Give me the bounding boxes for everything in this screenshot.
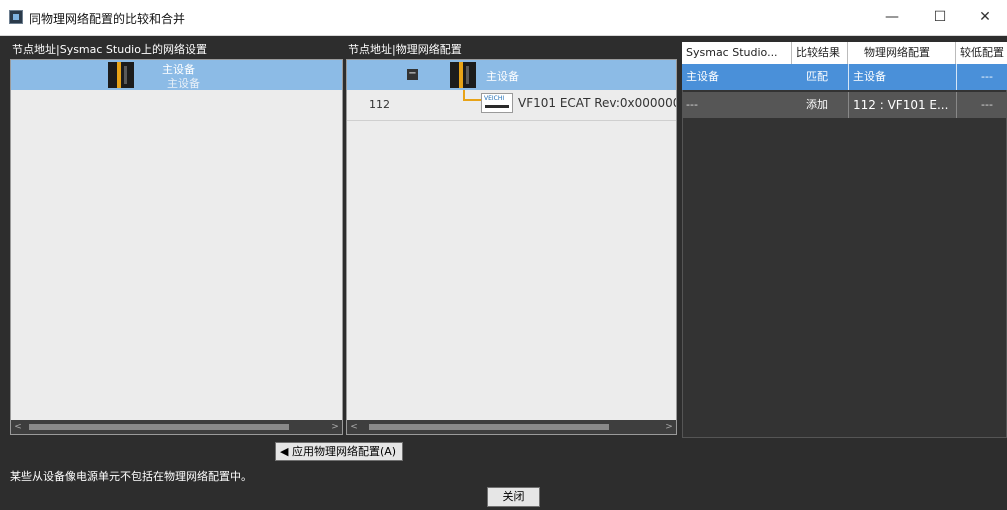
device-model: 主设备 <box>167 77 200 90</box>
physical-row-master[interactable]: − 主设备 <box>347 60 676 90</box>
col-sysmac-studio[interactable]: Sysmac Studio... <box>682 42 792 64</box>
grid-cell-result: 匹配 <box>806 70 828 83</box>
col-physical-config[interactable]: 物理网络配置 <box>848 42 956 64</box>
window-titlebar: 同物理网络配置的比较和合并 — ☐ ✕ <box>0 0 1007 36</box>
scroll-left-icon[interactable]: < <box>11 420 25 434</box>
mid-horizontal-scrollbar[interactable]: < > <box>347 420 676 434</box>
grid-row[interactable]: --- 添加 112 : VF101 E... --- <box>682 92 1007 118</box>
connector-line-icon <box>463 99 481 101</box>
scroll-thumb[interactable] <box>29 424 289 430</box>
tree-row-master[interactable]: 主设备 主设备 <box>11 60 342 90</box>
left-panel-header: 节点地址|Sysmac Studio上的网络设置 <box>12 43 207 56</box>
master-label: 主设备 <box>486 70 519 83</box>
collapse-icon[interactable]: − <box>407 69 418 80</box>
drive-brand-logo: VEICHI <box>484 95 505 102</box>
controller-icon <box>108 62 134 88</box>
scroll-right-icon[interactable]: > <box>662 420 676 434</box>
minimize-button[interactable]: — <box>869 0 915 35</box>
physical-row-slave[interactable]: 112 VEICHI VF101 ECAT Rev:0x000000 <box>347 90 676 121</box>
app-icon <box>9 10 23 24</box>
close-button[interactable]: 关闭 <box>487 487 540 507</box>
grid-cell-sysmac: 主设备 <box>686 70 719 83</box>
close-window-button[interactable]: ✕ <box>962 0 1007 35</box>
left-horizontal-scrollbar[interactable]: < > <box>11 420 342 434</box>
col-lower-config[interactable]: 较低配置 <box>956 42 1007 64</box>
grid-header: Sysmac Studio... 比较结果 物理网络配置 较低配置 <box>682 42 1007 64</box>
grid-cell-physical: 主设备 <box>848 64 956 90</box>
grid-cell-lower: --- <box>956 64 1007 90</box>
grid-cell-result: 添加 <box>806 98 828 111</box>
scroll-left-icon[interactable]: < <box>347 420 361 434</box>
slave-device-label: VF101 ECAT Rev:0x000000 <box>518 96 677 110</box>
mid-panel-header: 节点地址|物理网络配置 <box>348 43 462 56</box>
physical-network-tree[interactable]: − 主设备 112 VEICHI VF101 ECAT Rev:0x000000… <box>346 59 677 435</box>
grid-row[interactable]: 主设备 匹配 主设备 --- <box>682 64 1007 90</box>
col-compare-result[interactable]: 比较结果 <box>792 42 848 64</box>
apply-physical-config-button[interactable]: ◀ 应用物理网络配置(A) <box>275 442 404 461</box>
sysmac-network-tree[interactable]: 主设备 主设备 < > <box>10 59 343 435</box>
slave-node-address: 112 <box>369 98 390 111</box>
status-message: 某些从设备像电源单元不包括在物理网络配置中。 <box>10 470 252 483</box>
drive-icon: VEICHI <box>481 93 513 113</box>
grid-cell-lower: --- <box>956 92 1007 118</box>
grid-cell-sysmac: --- <box>686 98 698 111</box>
dialog-body: 节点地址|Sysmac Studio上的网络设置 主设备 主设备 < > 节点地… <box>0 36 1007 510</box>
scroll-right-icon[interactable]: > <box>328 420 342 434</box>
maximize-button[interactable]: ☐ <box>917 0 963 35</box>
grid-cell-physical: 112 : VF101 E... <box>848 92 956 118</box>
scroll-thumb[interactable] <box>369 424 609 430</box>
controller-icon <box>450 62 476 88</box>
window-title: 同物理网络配置的比较和合并 <box>29 12 186 26</box>
